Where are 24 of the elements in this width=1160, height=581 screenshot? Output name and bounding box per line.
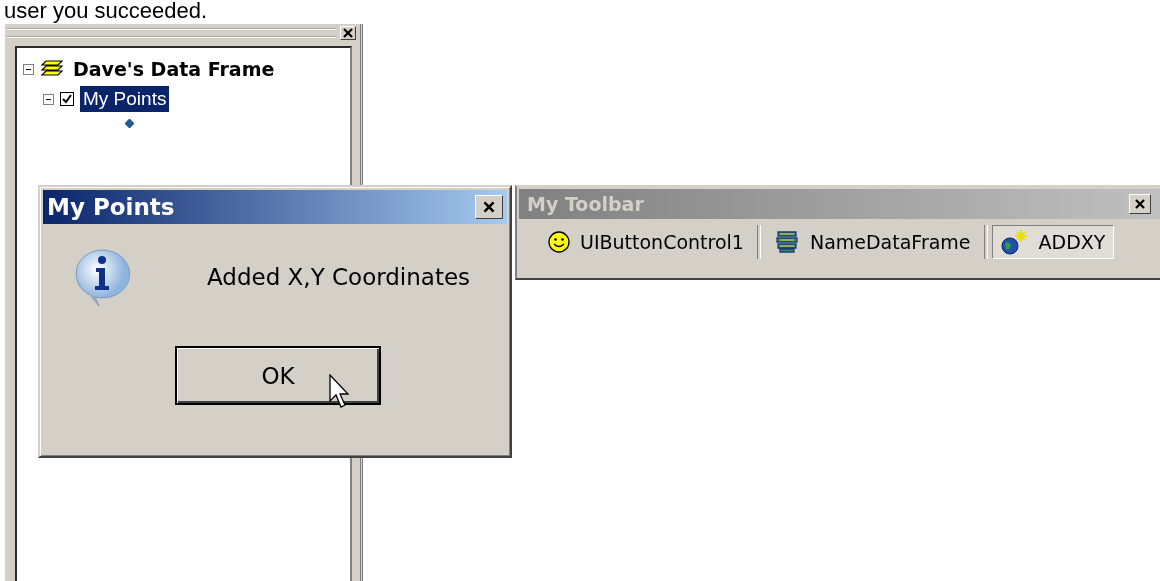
- globe-sparkle-icon: [1000, 229, 1029, 255]
- data-frame-label[interactable]: Dave's Data Frame: [70, 56, 278, 82]
- checkbox[interactable]: [60, 92, 74, 106]
- close-button[interactable]: [1129, 194, 1151, 214]
- layers-icon: [40, 59, 64, 79]
- close-button[interactable]: [340, 26, 356, 40]
- caption-text: user you succeeded.: [4, 0, 209, 22]
- dialog-title: My Points: [47, 194, 175, 220]
- info-icon: [73, 248, 131, 306]
- close-icon: [342, 27, 354, 39]
- message-text: Added X,Y Coordinates: [207, 264, 471, 290]
- close-icon: [1134, 198, 1146, 210]
- drag-grip[interactable]: [7, 28, 336, 38]
- close-icon: [483, 201, 495, 213]
- smiley-icon: [548, 231, 570, 253]
- collapse-icon[interactable]: [23, 63, 34, 75]
- point-symbol-icon: [125, 119, 134, 128]
- toolbar-button[interactable]: ADDXY: [991, 225, 1115, 259]
- ok-button[interactable]: OK: [175, 346, 381, 405]
- layer-label[interactable]: My Points: [80, 86, 170, 112]
- collapse-icon[interactable]: [43, 93, 54, 105]
- close-button[interactable]: [475, 195, 503, 219]
- toolbar-title: My Toolbar: [527, 193, 644, 215]
- layers-icon: [773, 230, 800, 254]
